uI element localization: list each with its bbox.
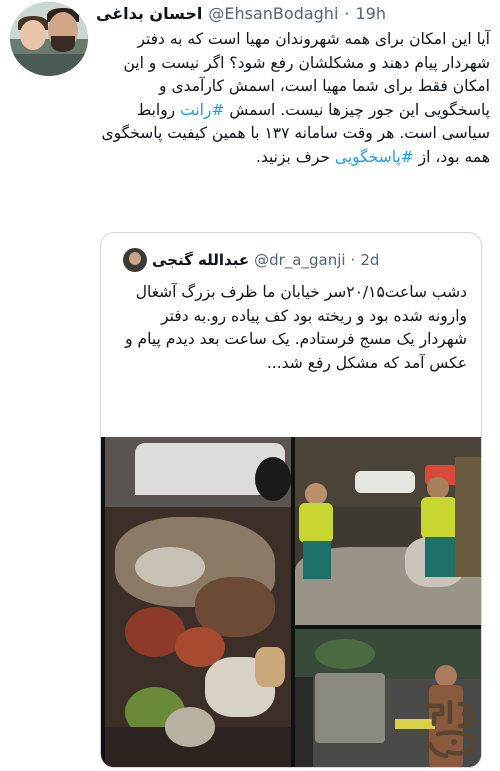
photo-workers-cleaning[interactable] xyxy=(295,437,481,625)
quoted-tweet-time[interactable]: 2d xyxy=(360,251,379,269)
tweet-header: احسان بداغی @EhsanBodaghi · 19h xyxy=(96,2,500,24)
quoted-author-handle[interactable]: @dr_a_ganji xyxy=(254,251,345,269)
tweet-text-part: حرف بزنید. xyxy=(255,147,335,166)
hashtag-link[interactable]: #رانت xyxy=(180,101,224,119)
quoted-tweet-text: دشب ساعت۲۰/۱۵سر خیابان ما ظرف بزرگ آشغال… xyxy=(125,283,467,372)
dot-separator: · xyxy=(350,251,356,269)
watermark-logo xyxy=(425,699,476,759)
quoted-avatar[interactable] xyxy=(123,248,147,272)
tweet[interactable]: احسان بداغی @EhsanBodaghi · 19h آیا این … xyxy=(0,0,500,771)
tweet-text: آیا این امکان برای همه شهروندان مهیا است… xyxy=(96,28,490,169)
photo-garbage-pile[interactable] xyxy=(105,437,291,767)
author-handle[interactable]: @EhsanBodaghi xyxy=(208,4,338,23)
tweet-time[interactable]: 19h xyxy=(355,4,386,23)
author-name[interactable]: احسان بداغی xyxy=(96,4,202,23)
profile-avatar[interactable] xyxy=(10,2,88,76)
quoted-tweet[interactable]: عبدالله گنجی @dr_a_ganji · 2d دشب ساعت۲۰… xyxy=(100,232,482,768)
hashtag-link[interactable]: #پاسخگویی xyxy=(335,148,414,166)
quoted-tweet-header: عبدالله گنجی @dr_a_ganji · 2d xyxy=(101,247,481,273)
quoted-author-name[interactable]: عبدالله گنجی xyxy=(152,251,249,269)
dot-separator: · xyxy=(344,3,350,23)
